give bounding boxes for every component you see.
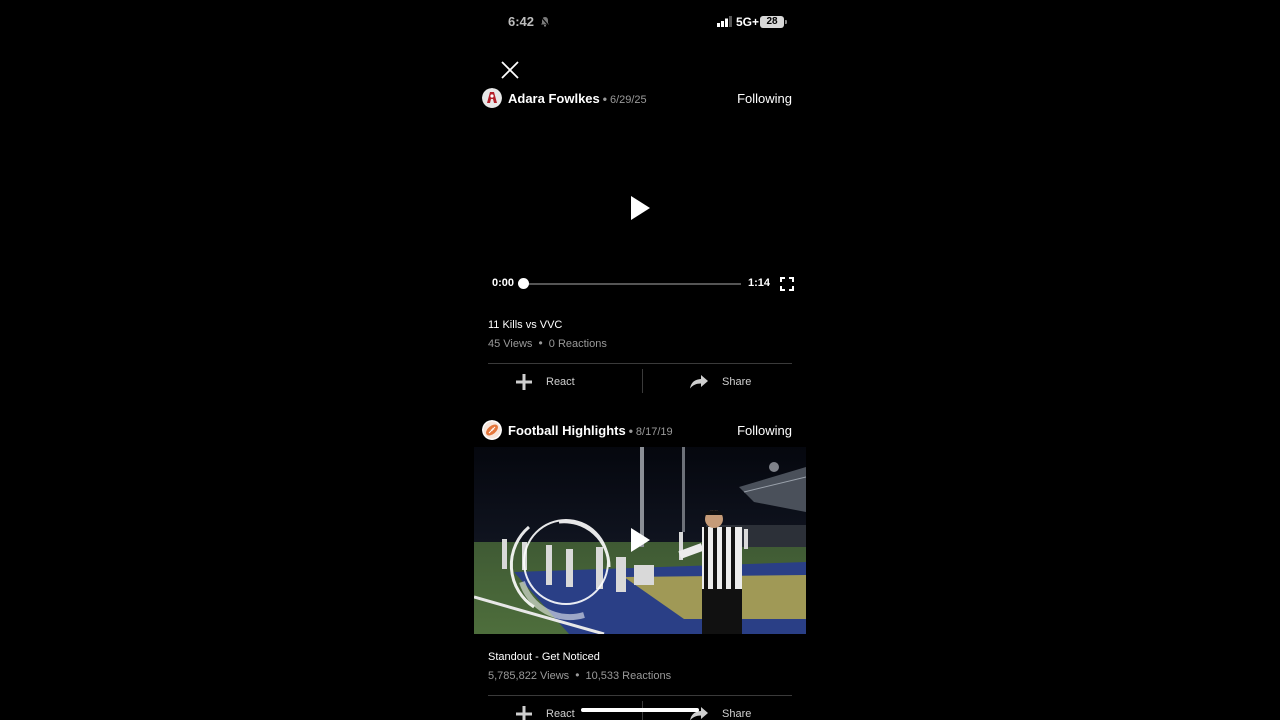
post-date: 6/29/25: [609, 94, 647, 106]
post-header: Adara Fowlkes • 6/29/25 Following: [474, 86, 806, 110]
status-bar: 6:42 5G+ 28: [474, 0, 806, 44]
post-stats: 45 Views • 0 Reactions: [488, 336, 607, 350]
view-count: 45 Views: [488, 338, 533, 350]
battery-icon: 28: [760, 16, 787, 28]
video-player[interactable]: [474, 112, 806, 272]
divider: [488, 363, 792, 364]
following-button[interactable]: Following: [737, 91, 792, 106]
author-name[interactable]: Football Highlights • 8/17/19: [508, 423, 673, 438]
current-time: 0:00: [492, 277, 515, 289]
following-button[interactable]: Following: [737, 423, 792, 438]
video-progress-bar[interactable]: 0:00 1:14: [474, 274, 806, 294]
react-button[interactable]: React: [516, 365, 575, 399]
video-thumbnail[interactable]: [474, 447, 806, 634]
post-header: Football Highlights • 8/17/19 Following: [474, 418, 806, 442]
share-arrow-icon: [690, 375, 708, 389]
network-label: 5G+: [736, 15, 760, 29]
post-card: Football Highlights•8/17/19 Following: [474, 418, 806, 720]
duration: 1:14: [748, 277, 771, 289]
play-icon[interactable]: [629, 195, 651, 221]
react-button[interactable]: React: [516, 697, 575, 720]
view-count: 5,785,822 Views: [488, 670, 570, 682]
reaction-count[interactable]: 0 Reactions: [549, 338, 607, 350]
plus-icon: [516, 374, 532, 390]
bell-slash-icon: [540, 16, 550, 27]
author-name[interactable]: Adara Fowlkes • 6/29/25: [508, 91, 647, 106]
avatar-logo: [482, 88, 502, 108]
post-stats: 5,785,822 Views • 10,533 Reactions: [488, 668, 672, 682]
avatar[interactable]: [482, 420, 502, 440]
scrubber-handle[interactable]: [518, 278, 529, 289]
post-date: 8/17/19: [635, 426, 673, 438]
fullscreen-icon[interactable]: [780, 277, 794, 291]
share-button[interactable]: Share: [690, 365, 751, 399]
post-actions: React Share: [474, 365, 806, 399]
post-card: Adara Fowlkes • 6/29/25 Following 0:00 1:1…: [474, 86, 806, 406]
play-icon[interactable]: [629, 527, 651, 553]
post-title: Standout - Get Noticed: [488, 651, 600, 663]
reaction-count[interactable]: 10,533 Reactions: [585, 670, 671, 682]
status-time: 6:42: [508, 14, 535, 29]
close-icon[interactable]: [498, 58, 522, 82]
share-button[interactable]: Share: [690, 697, 751, 720]
app-screen: 6:42 5G+ 28 Adara Fowlkes • 6/29/25 Foll…: [474, 0, 806, 720]
action-divider: [642, 369, 643, 393]
avatar[interactable]: [482, 88, 502, 108]
home-indicator[interactable]: [581, 708, 699, 712]
progress-track[interactable]: [522, 283, 741, 285]
divider: [488, 695, 792, 696]
post-title: 11 Kills vs VVC: [488, 319, 563, 331]
signal-icon: [717, 16, 732, 27]
football-icon: [482, 420, 502, 440]
plus-icon: [516, 706, 532, 720]
